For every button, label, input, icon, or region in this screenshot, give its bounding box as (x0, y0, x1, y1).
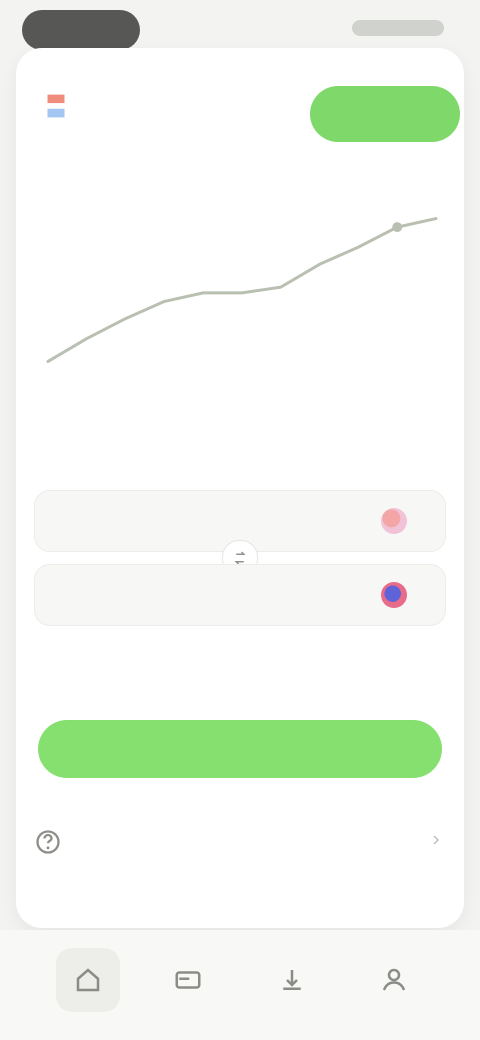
top-action-button[interactable] (310, 86, 460, 142)
nav-cards[interactable] (156, 948, 220, 1012)
rate-info-right (290, 654, 410, 662)
profile-icon (382, 968, 406, 991)
help-row[interactable] (28, 812, 452, 868)
status-time-pill (22, 10, 140, 50)
chevron-right-icon (428, 832, 444, 848)
rate-chart (28, 170, 456, 430)
help-icon (28, 822, 68, 862)
card-icon (175, 971, 201, 989)
bottom-navigation (0, 930, 480, 1040)
primary-action-button[interactable] (38, 720, 442, 778)
payments-icon (283, 970, 301, 990)
to-currency-chip[interactable] (381, 579, 417, 611)
status-icons (352, 20, 444, 36)
rate-info-left (72, 654, 232, 662)
nav-home[interactable] (56, 948, 120, 1012)
chart-series-line (46, 217, 438, 363)
to-amount-field[interactable] (34, 564, 446, 626)
nav-profile[interactable] (362, 948, 426, 1012)
status-bar (0, 0, 480, 50)
chart-point (392, 222, 403, 233)
home-icon (76, 968, 100, 992)
from-currency-flag-icon (381, 508, 407, 534)
rate-chart-svg (46, 217, 438, 363)
to-currency-flag-icon (381, 582, 407, 608)
flag-icon (36, 86, 76, 126)
nav-payments[interactable] (260, 948, 324, 1012)
from-currency-chip[interactable] (381, 505, 417, 537)
